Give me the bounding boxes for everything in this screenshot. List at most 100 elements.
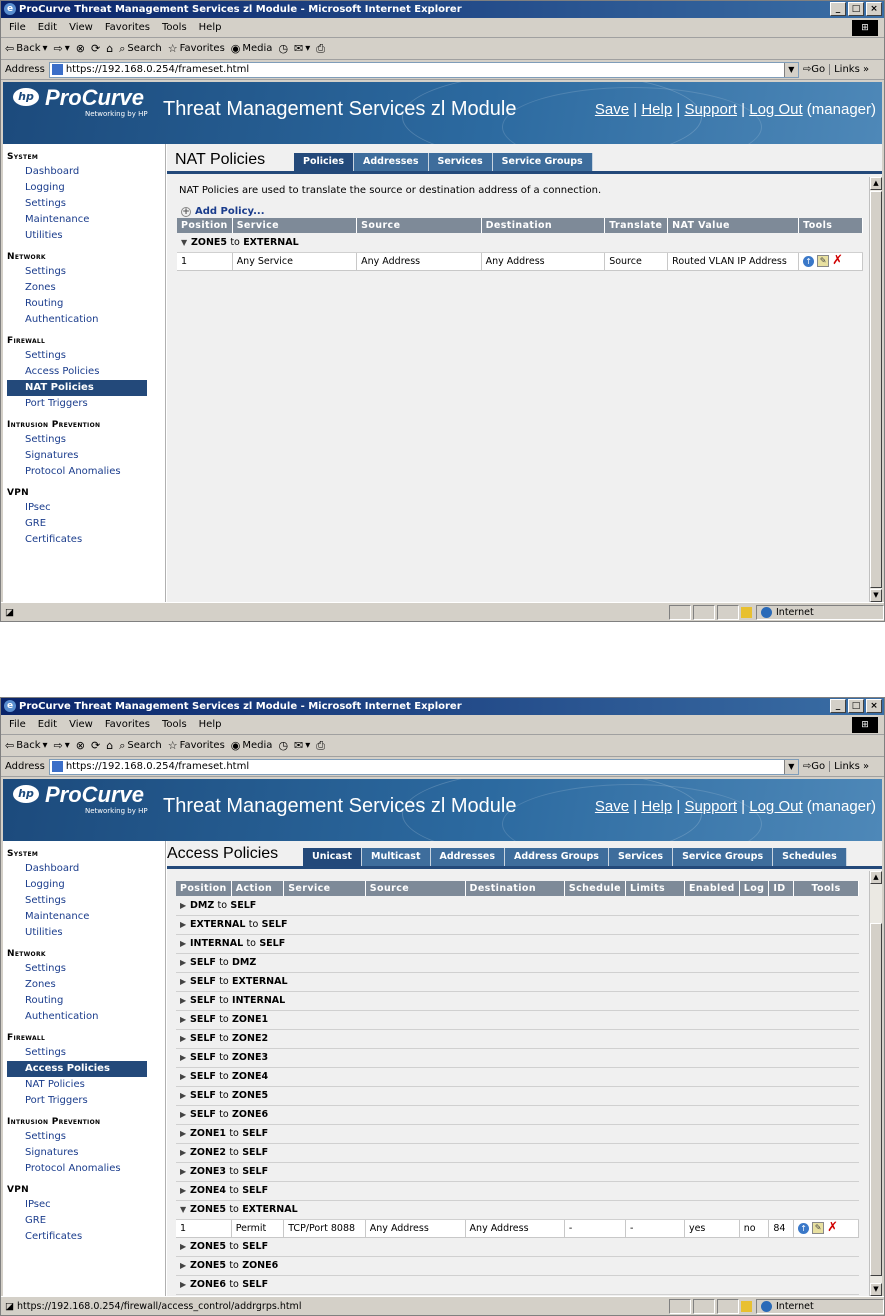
policy-group-row[interactable]: ▶ SELF to ZONE3 [176, 1048, 859, 1068]
sidebar-item-utilities[interactable]: Utilities [3, 925, 165, 941]
sidebar-item-access-policies[interactable]: Access Policies [3, 364, 165, 380]
search-button[interactable]: ⌕ Search [119, 739, 162, 753]
table-row[interactable]: 1 Any Service Any Address Any Address So… [177, 252, 863, 271]
history-button[interactable]: ◷ [278, 739, 288, 752]
collapse-triangle-icon[interactable]: ▼ [180, 1205, 190, 1214]
refresh-button[interactable]: ⟳ [91, 739, 100, 752]
expand-triangle-icon[interactable]: ▶ [180, 1167, 190, 1176]
mail-button[interactable]: ✉ ▾ [294, 739, 310, 752]
stop-button[interactable]: ⊗ [76, 739, 85, 752]
sidebar-item-network-settings[interactable]: Settings [3, 961, 165, 977]
expand-triangle-icon[interactable]: ▶ [180, 939, 190, 948]
expand-triangle-icon[interactable]: ▶ [180, 1072, 190, 1081]
support-link[interactable]: Support [684, 798, 737, 815]
expand-triangle-icon[interactable]: ▶ [180, 1261, 190, 1270]
expand-triangle-icon[interactable]: ▶ [180, 1034, 190, 1043]
scroll-down-icon[interactable]: ▼ [870, 1283, 882, 1296]
minimize-button[interactable]: _ [830, 2, 846, 16]
minimize-button[interactable]: _ [830, 699, 846, 713]
media-button[interactable]: ◉ Media [231, 42, 273, 55]
tab-addresses[interactable]: Addresses [354, 153, 429, 171]
scroll-thumb[interactable] [870, 923, 882, 1276]
sidebar-item-zones[interactable]: Zones [3, 280, 165, 296]
mail-button[interactable]: ✉ ▾ [294, 42, 310, 55]
expand-triangle-icon[interactable]: ▶ [180, 1280, 190, 1289]
sidebar-item-ips-settings[interactable]: Settings [3, 432, 165, 448]
sidebar-item-logging[interactable]: Logging [3, 180, 165, 196]
scroll-up-icon[interactable]: ▲ [870, 871, 882, 884]
sidebar-item-signatures[interactable]: Signatures [3, 448, 165, 464]
tab-multicast[interactable]: Multicast [361, 848, 431, 866]
tab-addresses[interactable]: Addresses [430, 848, 505, 866]
menu-edit[interactable]: Edit [34, 719, 61, 730]
add-policy-button[interactable]: + Add Policy... [181, 206, 265, 217]
sidebar-item-ipsec[interactable]: IPsec [3, 500, 165, 516]
expand-triangle-icon[interactable]: ▶ [180, 1242, 190, 1251]
help-link[interactable]: Help [641, 798, 672, 815]
close-button[interactable]: × [866, 2, 882, 16]
move-up-icon[interactable]: ↑ [798, 1222, 810, 1234]
sidebar-item-firewall-settings[interactable]: Settings [3, 348, 165, 364]
sidebar-item-firewall-settings[interactable]: Settings [3, 1045, 165, 1061]
favorites-button[interactable]: ☆ Favorites [168, 739, 225, 752]
expand-triangle-icon[interactable]: ▶ [180, 901, 190, 910]
sidebar-item-certificates[interactable]: Certificates [3, 1229, 165, 1245]
menu-tools[interactable]: Tools [158, 22, 191, 33]
logout-link[interactable]: Log Out [749, 798, 802, 815]
maximize-button[interactable]: □ [848, 2, 864, 16]
sidebar-item-protocol-anomalies[interactable]: Protocol Anomalies [3, 1161, 165, 1177]
address-dropdown-icon[interactable]: ▼ [783, 62, 798, 77]
sidebar-item-logging[interactable]: Logging [3, 877, 165, 893]
menu-favorites[interactable]: Favorites [101, 719, 154, 730]
sidebar-item-dashboard[interactable]: Dashboard [3, 164, 165, 180]
address-input[interactable]: https://192.168.0.254/frameset.html ▼ [48, 758, 799, 775]
menu-help[interactable]: Help [195, 22, 226, 33]
home-button[interactable]: ⌂ [106, 42, 113, 55]
help-link[interactable]: Help [641, 101, 672, 118]
sidebar-item-maintenance[interactable]: Maintenance [3, 212, 165, 228]
sidebar-item-access-policies[interactable]: Access Policies [7, 1061, 147, 1077]
go-button[interactable]: ⇨Go [803, 761, 825, 772]
policy-group-row[interactable]: ▼ ZONE5 to EXTERNAL [176, 1200, 859, 1220]
scroll-down-icon[interactable]: ▼ [870, 589, 882, 602]
policy-group-row[interactable]: ▶ INTERNAL to SELF [176, 934, 859, 954]
back-button[interactable]: ⇦ Back ▾ [5, 739, 48, 752]
sidebar-item-authentication[interactable]: Authentication [3, 1009, 165, 1025]
sidebar-item-gre[interactable]: GRE [3, 1213, 165, 1229]
refresh-button[interactable]: ⟳ [91, 42, 100, 55]
sidebar-item-protocol-anomalies[interactable]: Protocol Anomalies [3, 464, 165, 480]
stop-button[interactable]: ⊗ [76, 42, 85, 55]
sidebar-item-gre[interactable]: GRE [3, 516, 165, 532]
expand-triangle-icon[interactable]: ▶ [180, 1186, 190, 1195]
sidebar-item-ips-settings[interactable]: Settings [3, 1129, 165, 1145]
expand-triangle-icon[interactable]: ▶ [180, 1110, 190, 1119]
expand-triangle-icon[interactable]: ▶ [180, 958, 190, 967]
policy-group-row[interactable]: ▶ SELF to ZONE5 [176, 1086, 859, 1106]
sidebar-item-system-settings[interactable]: Settings [3, 196, 165, 212]
sidebar-item-routing[interactable]: Routing [3, 993, 165, 1009]
sidebar-item-authentication[interactable]: Authentication [3, 312, 165, 328]
sidebar-item-signatures[interactable]: Signatures [3, 1145, 165, 1161]
move-up-icon[interactable]: ↑ [803, 255, 815, 267]
tab-services[interactable]: Services [608, 848, 674, 866]
menu-help[interactable]: Help [195, 719, 226, 730]
policy-group-row[interactable]: ▶ DMZ to SELF [176, 896, 859, 916]
policy-group-row[interactable]: ▶ ZONE5 to SELF [176, 1237, 859, 1257]
expand-triangle-icon[interactable]: ▶ [180, 977, 190, 986]
menu-file[interactable]: File [5, 22, 30, 33]
sidebar-item-utilities[interactable]: Utilities [3, 228, 165, 244]
address-dropdown-icon[interactable]: ▼ [783, 759, 798, 774]
delete-icon[interactable]: ✗ [827, 1221, 838, 1234]
menu-file[interactable]: File [5, 719, 30, 730]
expand-triangle-icon[interactable]: ▶ [180, 1053, 190, 1062]
sidebar-item-nat-policies[interactable]: NAT Policies [7, 380, 147, 396]
menu-favorites[interactable]: Favorites [101, 22, 154, 33]
policy-group-row[interactable]: ▶ ZONE4 to SELF [176, 1181, 859, 1201]
sidebar-item-ipsec[interactable]: IPsec [3, 1197, 165, 1213]
sidebar-item-zones[interactable]: Zones [3, 977, 165, 993]
go-button[interactable]: ⇨Go [803, 64, 825, 75]
sidebar-item-system-settings[interactable]: Settings [3, 893, 165, 909]
edit-icon[interactable]: ✎ [817, 255, 830, 267]
menu-tools[interactable]: Tools [158, 719, 191, 730]
sidebar-item-certificates[interactable]: Certificates [3, 532, 165, 548]
